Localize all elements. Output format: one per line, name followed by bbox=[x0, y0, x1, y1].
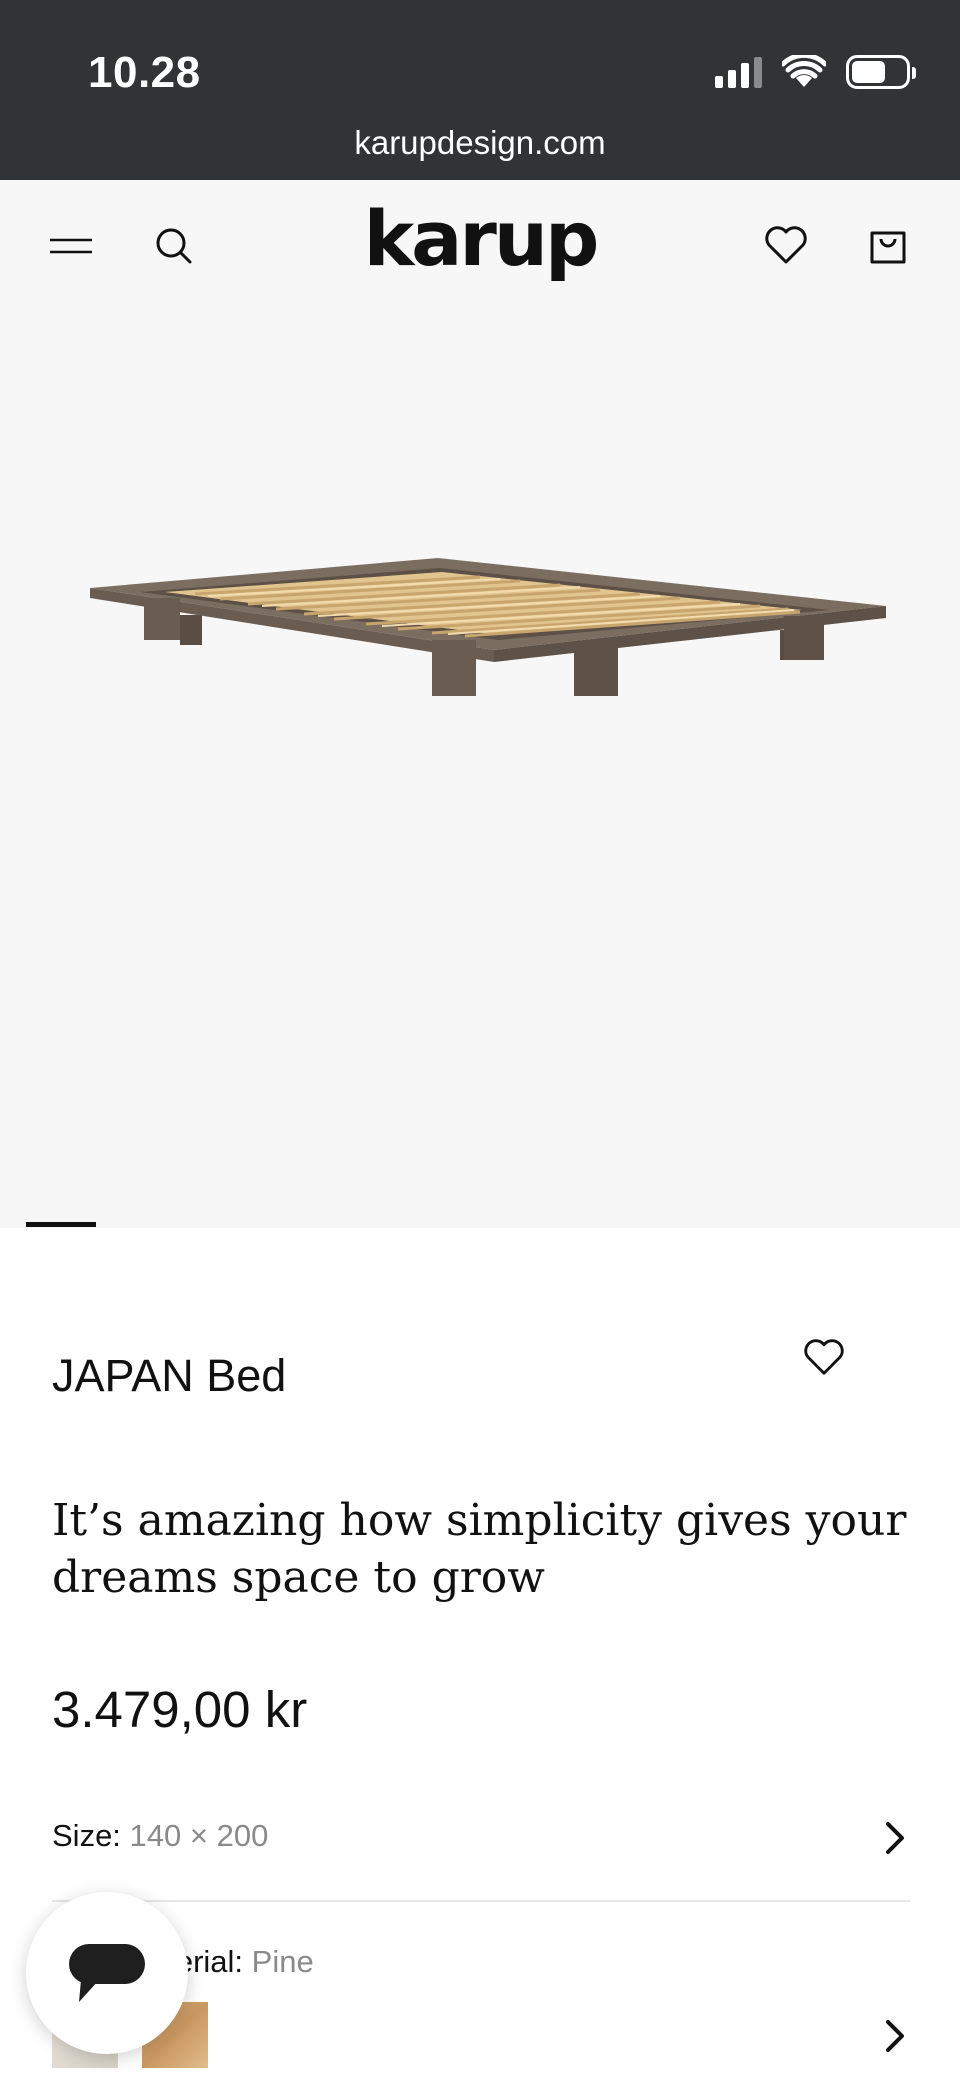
chevron-right-icon[interactable] bbox=[880, 2016, 910, 2056]
material-value: Pine bbox=[251, 1944, 314, 1979]
product-image-gallery[interactable] bbox=[0, 310, 960, 1228]
wishlist-heart-icon[interactable] bbox=[758, 218, 814, 274]
size-selector[interactable]: Size: 140 × 200 bbox=[52, 1818, 910, 1874]
site-header: karup bbox=[0, 180, 960, 310]
site-logo[interactable]: karup bbox=[0, 194, 960, 283]
chat-button[interactable] bbox=[26, 1892, 188, 2054]
shopping-bag-icon[interactable] bbox=[860, 218, 916, 274]
size-label: Size: bbox=[52, 1818, 130, 1853]
status-time: 10.28 bbox=[88, 48, 201, 97]
divider bbox=[52, 1900, 910, 1902]
chat-bubble-icon bbox=[69, 1944, 145, 2002]
product-title: JAPAN Bed bbox=[52, 1350, 287, 1401]
status-icons bbox=[715, 55, 916, 89]
product-price: 3.479,00 kr bbox=[52, 1681, 308, 1738]
chevron-right-icon[interactable] bbox=[880, 1818, 910, 1858]
product-wishlist-heart-icon[interactable] bbox=[800, 1336, 848, 1380]
cellular-signal-icon bbox=[715, 56, 762, 88]
product-image-bed bbox=[90, 558, 886, 696]
battery-icon bbox=[846, 55, 916, 89]
gallery-slide-indicator[interactable] bbox=[26, 1222, 96, 1227]
size-value: 140 × 200 bbox=[129, 1818, 269, 1853]
status-bar: 10.28 karupdesign.com bbox=[0, 0, 960, 180]
address-bar-url[interactable]: karupdesign.com bbox=[0, 124, 960, 162]
product-tagline: It’s amazing how simplicity gives your d… bbox=[52, 1495, 907, 1603]
wifi-icon bbox=[782, 55, 826, 87]
